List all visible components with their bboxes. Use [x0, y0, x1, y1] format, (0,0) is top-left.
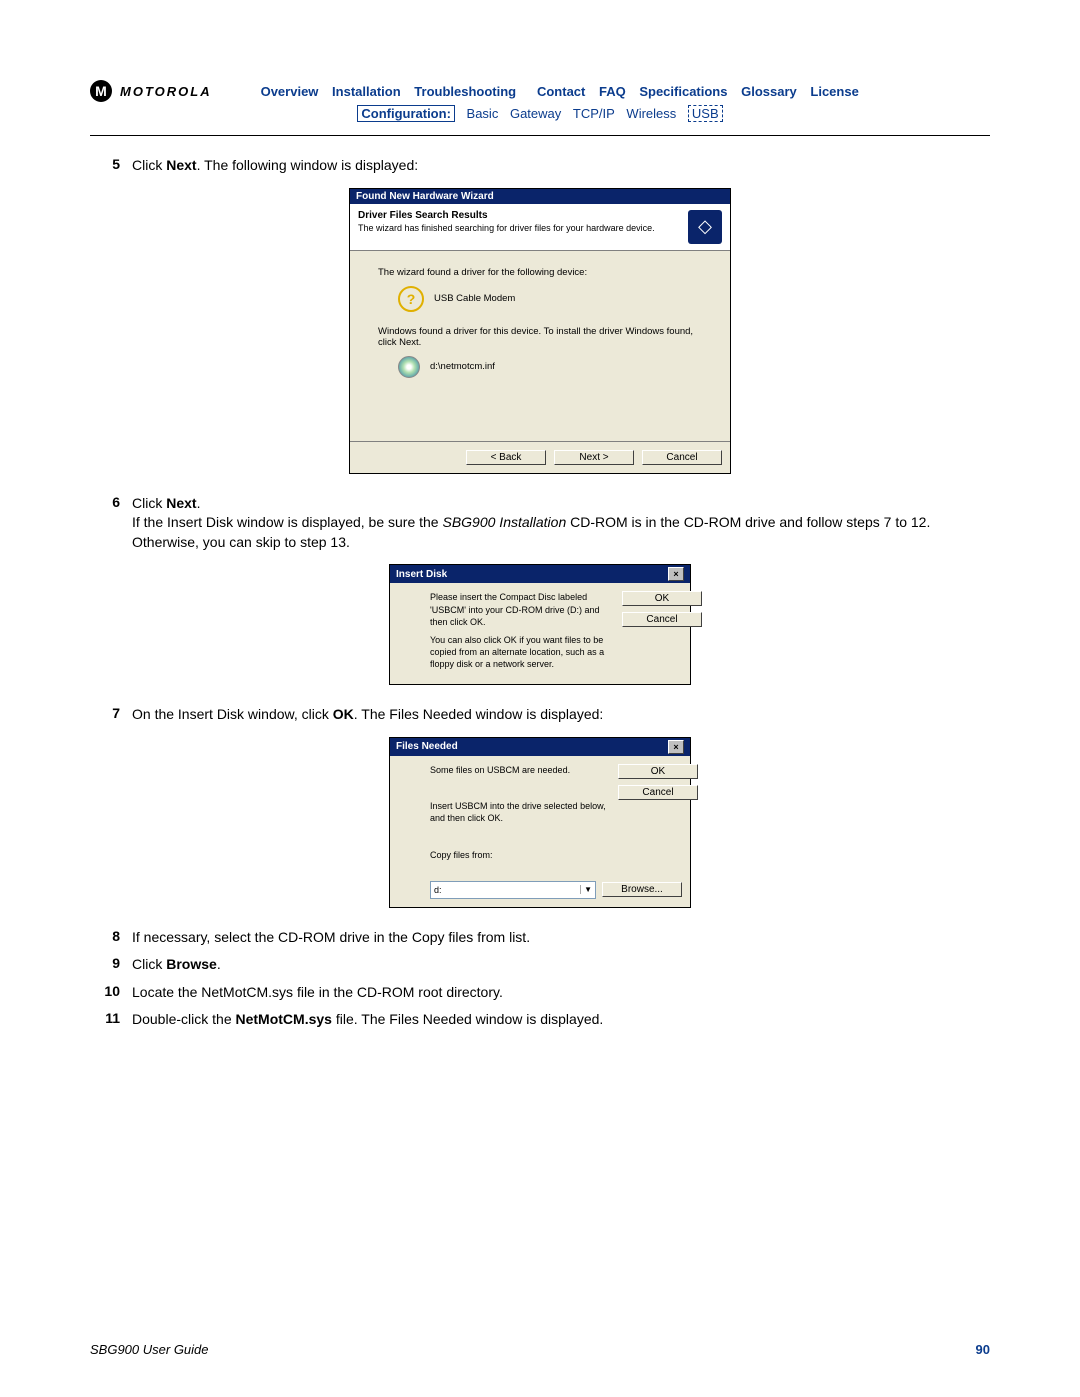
nav-basic[interactable]: Basic [467, 106, 499, 121]
files-needed-title: Files Needed [396, 741, 458, 752]
step-text: Locate the NetMotCM.sys file in the CD-R… [132, 983, 990, 1003]
wizard-heading: Driver Files Search Results [358, 210, 655, 221]
nav-glossary[interactable]: Glossary [741, 84, 797, 99]
step-text: If necessary, select the CD-ROM drive in… [132, 928, 990, 948]
motorola-logo-icon: M [90, 80, 112, 102]
step-text: Double-click the NetMotCM.sys file. The … [132, 1010, 990, 1030]
nav-overview[interactable]: Overview [261, 84, 319, 99]
wizard-subheading: The wizard has finished searching for dr… [358, 223, 655, 233]
nav-gateway[interactable]: Gateway [510, 106, 561, 121]
wizard-path: d:\netmotcm.inf [430, 361, 495, 372]
insert-disk-text: Please insert the Compact Disc labeled '… [430, 591, 614, 676]
wizard-title: Found New Hardware Wizard [356, 191, 494, 202]
cancel-button[interactable]: Cancel [642, 450, 722, 465]
step-5: 5 Click Next. The following window is di… [90, 156, 990, 176]
step-text: Click Next. The following window is disp… [132, 156, 990, 176]
cancel-button[interactable]: Cancel [618, 785, 698, 800]
page-header: M MOTOROLA Overview Installation Trouble… [90, 80, 990, 102]
chevron-down-icon[interactable]: ▼ [580, 885, 592, 894]
step-10: 10 Locate the NetMotCM.sys file in the C… [90, 983, 990, 1003]
nav-usb-active[interactable]: USB [688, 105, 723, 122]
insert-disk-title: Insert Disk [396, 569, 447, 580]
close-icon[interactable]: × [668, 567, 684, 581]
files-needed-text: Some files on USBCM are needed. Insert U… [430, 764, 610, 867]
browse-button[interactable]: Browse... [602, 882, 682, 897]
insert-disk-dialog: Insert Disk × Please insert the Compact … [389, 564, 691, 685]
step-text: Click Next. If the Insert Disk window is… [132, 494, 990, 553]
copy-from-select[interactable]: d: ▼ [430, 881, 596, 899]
wizard-titlebar: Found New Hardware Wizard [350, 189, 730, 204]
step-number: 9 [90, 955, 132, 971]
wizard-dialog: Found New Hardware Wizard Driver Files S… [349, 188, 731, 474]
nav-faq[interactable]: FAQ [599, 84, 626, 99]
guide-name: SBG900 User Guide [90, 1342, 209, 1357]
insert-disk-titlebar: Insert Disk × [390, 565, 690, 583]
step-9: 9 Click Browse. [90, 955, 990, 975]
copy-from-label: Copy files from: [430, 849, 610, 861]
nav-contact[interactable]: Contact [537, 84, 585, 99]
step-number: 11 [90, 1010, 132, 1026]
step-number: 8 [90, 928, 132, 944]
back-button[interactable]: < Back [466, 450, 546, 465]
header-divider [90, 135, 990, 136]
nav-wireless[interactable]: Wireless [626, 106, 676, 121]
step-text: On the Insert Disk window, click OK. The… [132, 705, 990, 725]
nav-installation[interactable]: Installation [332, 84, 401, 99]
step-8: 8 If necessary, select the CD-ROM drive … [90, 928, 990, 948]
page-footer: SBG900 User Guide 90 [90, 1342, 990, 1357]
step-number: 7 [90, 705, 132, 721]
ok-button[interactable]: OK [618, 764, 698, 779]
wizard-button-row: < Back Next > Cancel [350, 441, 730, 473]
nav-sub: Configuration: Basic Gateway TCP/IP Wire… [90, 106, 990, 121]
ok-button[interactable]: OK [622, 591, 702, 606]
nav-config-label[interactable]: Configuration: [357, 105, 455, 122]
next-button[interactable]: Next > [554, 450, 634, 465]
step-11: 11 Double-click the NetMotCM.sys file. T… [90, 1010, 990, 1030]
page-number: 90 [976, 1342, 990, 1357]
wizard-device: USB Cable Modem [434, 293, 515, 304]
step-number: 5 [90, 156, 132, 172]
hardware-icon: ◇ [688, 210, 722, 244]
files-needed-dialog: Files Needed × Some files on USBCM are n… [389, 737, 691, 908]
files-needed-titlebar: Files Needed × [390, 738, 690, 756]
question-icon: ? [398, 286, 424, 312]
nav-license[interactable]: License [810, 84, 858, 99]
step-6: 6 Click Next. If the Insert Disk window … [90, 494, 990, 553]
wizard-body: The wizard found a driver for the follow… [350, 251, 730, 441]
wizard-line1: The wizard found a driver for the follow… [378, 267, 710, 278]
cancel-button[interactable]: Cancel [622, 612, 702, 627]
step-number: 10 [90, 983, 132, 999]
step-7: 7 On the Insert Disk window, click OK. T… [90, 705, 990, 725]
copy-from-value: d: [434, 885, 442, 895]
step-number: 6 [90, 494, 132, 510]
nav-specs[interactable]: Specifications [639, 84, 727, 99]
brand-name: MOTOROLA [120, 84, 212, 99]
step-text: Click Browse. [132, 955, 990, 975]
cd-icon [398, 356, 420, 378]
wizard-header: Driver Files Search Results The wizard h… [350, 204, 730, 251]
nav-tcpip[interactable]: TCP/IP [573, 106, 615, 121]
nav-troubleshooting[interactable]: Troubleshooting [414, 84, 516, 99]
close-icon[interactable]: × [668, 740, 684, 754]
nav-top: Overview Installation Troubleshooting Co… [256, 84, 864, 99]
wizard-line2: Windows found a driver for this device. … [378, 326, 710, 348]
